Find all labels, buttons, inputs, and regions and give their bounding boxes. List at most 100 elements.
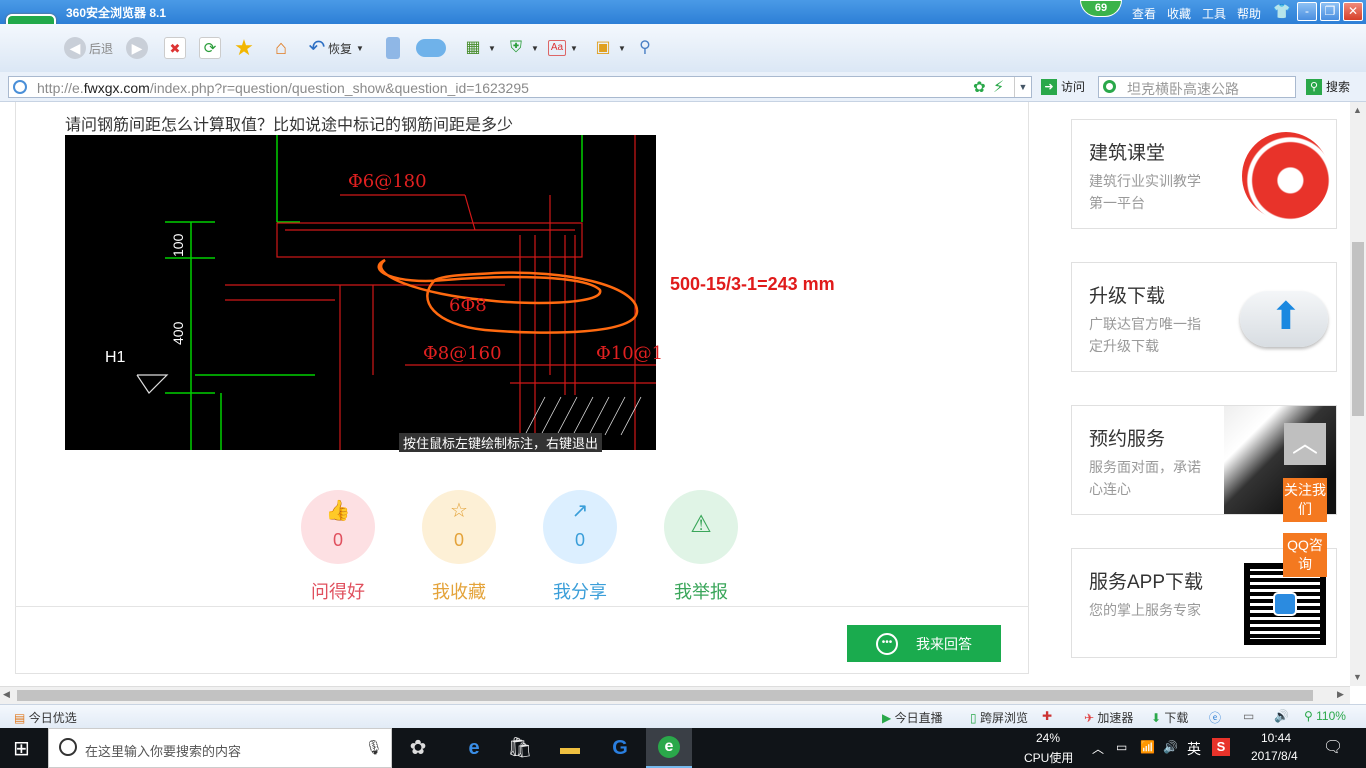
accelerator-item[interactable]: ✈ 加速器 — [1084, 709, 1133, 726]
translate-button[interactable]: Aa ▼ — [548, 36, 578, 60]
card-title: 服务APP下载 — [1089, 572, 1204, 593]
search-icon: ⚲ — [1306, 78, 1322, 95]
edge-icon[interactable]: e — [454, 733, 494, 763]
taskbar-search-box[interactable]: 在这里输入你要搜索的内容 🎙 — [48, 728, 392, 768]
search-engine-icon[interactable] — [1103, 80, 1116, 93]
chevron-down-icon: ▼ — [570, 43, 578, 53]
menu-tools[interactable]: 工具 — [1202, 5, 1226, 22]
cad-dim-100: 100 — [170, 233, 186, 257]
sogou-ime-icon[interactable]: S — [1212, 738, 1230, 756]
scroll-up-arrow-icon[interactable]: ▲ — [1353, 105, 1362, 115]
ie-icon[interactable]: ⓔ — [1209, 709, 1221, 726]
scroll-right-arrow-icon[interactable]: ▶ — [1337, 689, 1344, 700]
live-label: 今日直播 — [894, 711, 943, 725]
warning-icon: ⚠ — [690, 511, 712, 538]
page-globe-icon — [13, 80, 27, 94]
file-explorer-icon[interactable]: ▬ — [550, 733, 590, 763]
address-bar[interactable]: http://e.fwxgx.com/index.php?r=question/… — [8, 76, 1032, 98]
restore-button[interactable]: ↶ 恢复 ▼ — [306, 36, 364, 60]
horizontal-scroll-thumb[interactable] — [17, 690, 1313, 701]
action-good-question[interactable]: 👍 0 问得好 — [300, 490, 376, 604]
browser-taskbar-button[interactable]: e — [646, 728, 692, 768]
cloud-download-icon: ⬆ — [1240, 291, 1328, 347]
cross-screen-item[interactable]: ▯ 跨屏浏览 — [970, 709, 1028, 726]
ime-indicator[interactable]: 英 — [1187, 739, 1201, 759]
action-favorite[interactable]: ☆ 0 我收藏 — [421, 490, 497, 604]
scroll-down-arrow-icon[interactable]: ▼ — [1353, 672, 1362, 682]
scroll-left-arrow-icon[interactable]: ◀ — [3, 689, 10, 700]
reply-button[interactable]: ••• 我来回答 — [847, 625, 1001, 662]
card-title: 建筑课堂 — [1089, 143, 1166, 164]
download-arrow-icon: ⬇ — [1151, 711, 1162, 725]
browser-360-icon: e — [658, 736, 680, 758]
windows-start-icon[interactable]: ⊞ — [13, 736, 30, 761]
minimize-button[interactable]: - — [1297, 2, 1317, 21]
stop-button[interactable]: ✖ — [164, 36, 186, 60]
store-icon[interactable]: 🛍 — [500, 733, 540, 763]
medical-icon[interactable]: ✚ — [1042, 709, 1052, 723]
zoom-item[interactable]: ⚲ 110% — [1304, 709, 1346, 723]
cloud-button[interactable] — [416, 36, 446, 60]
share-count: 0 — [574, 530, 585, 550]
download-item[interactable]: ⬇ 下载 — [1151, 709, 1188, 726]
microphone-icon[interactable]: 🎙 — [365, 739, 383, 756]
chat-bubble-icon: ••• — [876, 632, 898, 655]
visit-button[interactable]: ➜ 访问 — [1041, 78, 1085, 95]
back-button[interactable]: ◀ 后退 — [64, 36, 113, 60]
phone-button[interactable] — [386, 36, 400, 60]
maximize-button[interactable]: ❐ — [1320, 2, 1340, 21]
cad-rebar-circled: 6Φ8 — [449, 295, 487, 316]
menu-favorites[interactable]: 收藏 — [1167, 5, 1191, 22]
wifi-icon[interactable]: 📶 — [1140, 740, 1155, 754]
follow-us-button[interactable]: 关注我们 — [1283, 478, 1327, 522]
sidebar-card-upgrade[interactable]: 升级下载 广联达官方唯一指定升级下载 ⬆ — [1071, 262, 1337, 372]
action-center-icon[interactable]: 🗨 — [1323, 737, 1343, 757]
search-input[interactable]: 坦克横卧高速公路 — [1098, 76, 1296, 98]
window-icon[interactable]: ▭ — [1243, 709, 1254, 723]
star-circle: ☆ 0 — [422, 490, 496, 564]
menu-help[interactable]: 帮助 — [1237, 5, 1261, 22]
divider — [15, 606, 1029, 607]
task-view-icon[interactable]: ✿ — [398, 733, 438, 763]
close-button[interactable]: ✕ — [1343, 2, 1363, 21]
refresh-button[interactable]: ⟳ — [199, 36, 221, 60]
cad-drawing-image[interactable]: 100 400 H1 Φ6@180 6Φ8 Φ8@160 Φ10@1 按住鼠标左… — [65, 135, 663, 452]
today-pick-item[interactable]: ▤ 今日优选 — [14, 709, 77, 726]
clock-date[interactable]: 2017/8/4 — [1251, 749, 1298, 763]
apps-button[interactable]: ▦ ▼ — [462, 36, 495, 60]
forward-arrow-icon: ▶ — [126, 37, 148, 59]
clock-time[interactable]: 10:44 — [1261, 731, 1291, 745]
tray-chevron-up-icon[interactable]: ︿ — [1092, 740, 1104, 757]
speaker-icon[interactable]: 🔊 — [1274, 709, 1289, 723]
url-text[interactable]: http://e.fwxgx.com/index.php?r=question/… — [37, 80, 529, 96]
security-button[interactable]: ⛨ ▼ — [505, 36, 539, 60]
volume-icon[interactable]: 🔊 — [1163, 740, 1178, 754]
speed-mode-icon[interactable]: ⚡ — [993, 77, 1004, 97]
menu-view[interactable]: 查看 — [1132, 5, 1156, 22]
visit-label: 访问 — [1061, 80, 1086, 94]
skin-shirt-icon[interactable]: 👕 — [1273, 3, 1290, 20]
search-button-label: 搜索 — [1326, 80, 1351, 94]
glodon-app-icon[interactable]: G — [600, 733, 640, 763]
live-item[interactable]: ▶ 今日直播 — [882, 709, 943, 726]
sidebar-card-classroom[interactable]: 建筑课堂 建筑行业实训教学第一平台 — [1071, 119, 1337, 229]
phone-icon — [386, 37, 400, 59]
zoom-magnifier-icon: ⚲ — [1304, 709, 1313, 723]
rocket-icon: ✈ — [1084, 711, 1095, 725]
favorite-button[interactable]: ★ — [233, 36, 255, 60]
shield-icon: ⛨ — [509, 39, 522, 56]
screenshot-button[interactable]: ▣ ▼ — [592, 36, 625, 60]
forward-button[interactable]: ▶ — [126, 36, 148, 60]
compat-mode-icon[interactable]: ✿ — [973, 78, 986, 96]
url-dropdown-icon[interactable]: ▼ — [1014, 77, 1031, 97]
vertical-scroll-thumb[interactable] — [1352, 242, 1364, 416]
home-button[interactable]: ⌂ — [270, 36, 292, 60]
action-report[interactable]: ⚠ 我举报 — [663, 490, 739, 604]
action-share[interactable]: ↗ 0 我分享 — [542, 490, 618, 604]
zoom-button[interactable]: ⚲ — [634, 36, 656, 60]
back-to-top-button[interactable]: ︿ — [1284, 423, 1326, 465]
battery-icon[interactable]: ▭ — [1116, 740, 1127, 754]
qq-consult-button[interactable]: QQ咨询 — [1283, 533, 1327, 577]
search-button[interactable]: ⚲ 搜索 — [1306, 78, 1350, 95]
download-label: 下载 — [1164, 711, 1189, 725]
